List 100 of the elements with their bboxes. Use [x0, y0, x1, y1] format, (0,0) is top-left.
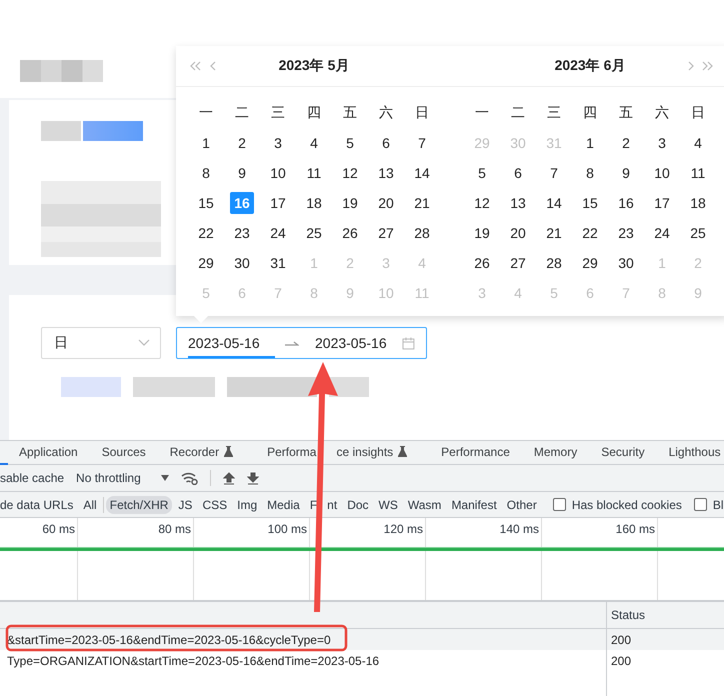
calendar-day[interactable]: 21 — [410, 192, 434, 214]
checkbox-label[interactable]: sable cache — [0, 471, 64, 485]
filter-chip[interactable]: Img — [233, 496, 262, 514]
filter-chip[interactable]: WS — [374, 496, 402, 514]
calendar-day[interactable]: 29 — [194, 252, 218, 274]
calendar-day[interactable]: 26 — [338, 222, 362, 244]
column-header[interactable]: Status — [611, 608, 646, 622]
calendar-day[interactable]: 11 — [686, 162, 710, 184]
devtools-tab[interactable]: Recorder — [158, 441, 256, 464]
filter-chip[interactable]: Manifest — [447, 496, 501, 514]
calendar-day[interactable]: 2 — [614, 132, 638, 154]
filter-chip[interactable]: Other — [502, 496, 541, 514]
calendar-day[interactable]: 11 — [302, 162, 326, 184]
calendar-day[interactable]: 9 — [614, 162, 638, 184]
checkbox-label[interactable]: de data URLs — [0, 498, 74, 512]
calendar-day[interactable]: 6 — [374, 132, 398, 154]
calendar-day[interactable]: 12 — [338, 162, 362, 184]
calendar-day[interactable]: 19 — [338, 192, 362, 214]
cycle-select[interactable]: 日 — [41, 327, 161, 359]
wifi-settings-icon[interactable] — [180, 471, 198, 485]
calendar-day[interactable]: 25 — [686, 222, 710, 244]
filter-chip[interactable]: Wasm — [404, 496, 446, 514]
calendar-day[interactable]: 4 — [686, 132, 710, 154]
checkbox[interactable] — [552, 498, 566, 511]
calendar-day[interactable]: 17 — [650, 192, 674, 214]
calendar-day[interactable]: 18 — [302, 192, 326, 214]
checkbox[interactable] — [694, 498, 707, 511]
calendar-day[interactable]: 10 — [650, 162, 674, 184]
calendar-day[interactable]: 10 — [266, 162, 290, 184]
calendar-day[interactable]: 7 — [542, 162, 566, 184]
calendar-day[interactable]: 1 — [578, 132, 602, 154]
calendar-day[interactable]: 14 — [542, 192, 566, 214]
calendar-day[interactable]: 21 — [542, 222, 566, 244]
calendar-day[interactable]: 28 — [410, 222, 434, 244]
calendar-day[interactable]: 28 — [542, 252, 566, 274]
calendar-day[interactable]: 25 — [302, 222, 326, 244]
request-row[interactable]: &startTime=2023-05-16&endTime=2023-05-16&cycleType=0 200 — [0, 629, 724, 650]
calendar-day[interactable]: 7 — [410, 132, 434, 154]
calendar-day[interactable]: 20 — [374, 192, 398, 214]
calendar-day[interactable]: 24 — [266, 222, 290, 244]
devtools-tab[interactable]: Performance — [429, 441, 522, 464]
calendar-day[interactable]: 13 — [506, 192, 530, 214]
calendar-day[interactable]: 23 — [614, 222, 638, 244]
filter-chip[interactable]: Doc — [343, 496, 373, 514]
devtools-tab[interactable]: Sources — [90, 441, 158, 464]
calendar-day[interactable]: 5 — [470, 162, 494, 184]
calendar-day[interactable]: 9 — [230, 162, 254, 184]
throttling-dropdown[interactable]: No throttling — [76, 471, 169, 485]
calendar-day[interactable]: 5 — [338, 132, 362, 154]
devtools-tab[interactable]: Security — [589, 441, 657, 464]
upload-icon[interactable] — [222, 472, 235, 484]
calendar-day[interactable]: 16 — [614, 192, 638, 214]
calendar-day[interactable]: 22 — [578, 222, 602, 244]
calendar-day[interactable]: 19 — [470, 222, 494, 244]
filter-chip[interactable]: Fetch/XHR — [106, 496, 172, 514]
calendar-day[interactable]: 3 — [650, 132, 674, 154]
end-date-input[interactable]: 2023-05-16 — [315, 328, 402, 358]
start-date-input[interactable]: 2023-05-16 — [188, 328, 276, 358]
calendar-day[interactable]: 17 — [266, 192, 290, 214]
table-cell: 200 — [611, 632, 632, 646]
month-title[interactable]: 2023年 6月 — [554, 57, 626, 75]
download-icon[interactable] — [246, 472, 259, 484]
filter-chip[interactable]: CSS — [198, 496, 232, 514]
month-title[interactable]: 2023年 5月 — [278, 57, 350, 75]
calendar-day[interactable]: 4 — [302, 132, 326, 154]
calendar-day[interactable]: 30 — [614, 252, 638, 274]
devtools-tab[interactable]: Application — [7, 441, 90, 464]
calendar-day[interactable]: 18 — [686, 192, 710, 214]
calendar-day[interactable]: 8 — [194, 162, 218, 184]
calendar-day[interactable]: 13 — [374, 162, 398, 184]
timeline-tick: 120 ms — [384, 522, 423, 536]
calendar-day[interactable]: 31 — [266, 252, 290, 274]
filter-chip[interactable]: All — [79, 496, 101, 514]
calendar-day[interactable]: 29 — [578, 252, 602, 274]
calendar-day[interactable]: 15 — [578, 192, 602, 214]
calendar-day[interactable]: 26 — [470, 252, 494, 274]
calendar-day[interactable]: 30 — [230, 252, 254, 274]
calendar-day[interactable]: 14 — [410, 162, 434, 184]
calendar-day[interactable]: 20 — [506, 222, 530, 244]
calendar-day[interactable]: 12 — [470, 192, 494, 214]
calendar-day[interactable]: 24 — [650, 222, 674, 244]
date-range-picker[interactable]: 2023-05-16 2023-05-16 — [176, 327, 427, 359]
devtools-tab[interactable]: Memory — [522, 441, 590, 464]
devtools-tab[interactable]: Performa ce insights — [255, 441, 430, 464]
calendar-day[interactable]: 6 — [506, 162, 530, 184]
calendar-day[interactable]: 8 — [578, 162, 602, 184]
calendar-day[interactable]: 27 — [506, 252, 530, 274]
request-row[interactable]: Type=ORGANIZATION&startTime=2023-05-16&endTime=2023-05-16 200 — [0, 650, 724, 671]
calendar-day[interactable]: 1 — [194, 132, 218, 154]
checkbox-label[interactable]: Has blocked cookies — [572, 498, 682, 512]
calendar-day[interactable]: 23 — [230, 222, 254, 244]
calendar-day[interactable]: 15 — [194, 192, 218, 214]
filter-chip[interactable]: JS — [174, 496, 196, 514]
calendar-day[interactable]: 2 — [230, 132, 254, 154]
calendar-day[interactable]: 27 — [374, 222, 398, 244]
calendar-day[interactable]: 3 — [266, 132, 290, 154]
calendar-day[interactable]: 22 — [194, 222, 218, 244]
filter-chip[interactable]: Media — [263, 496, 304, 514]
checkbox-label[interactable]: Bl — [712, 498, 724, 512]
devtools-tab[interactable]: Lighthous — [656, 441, 724, 464]
